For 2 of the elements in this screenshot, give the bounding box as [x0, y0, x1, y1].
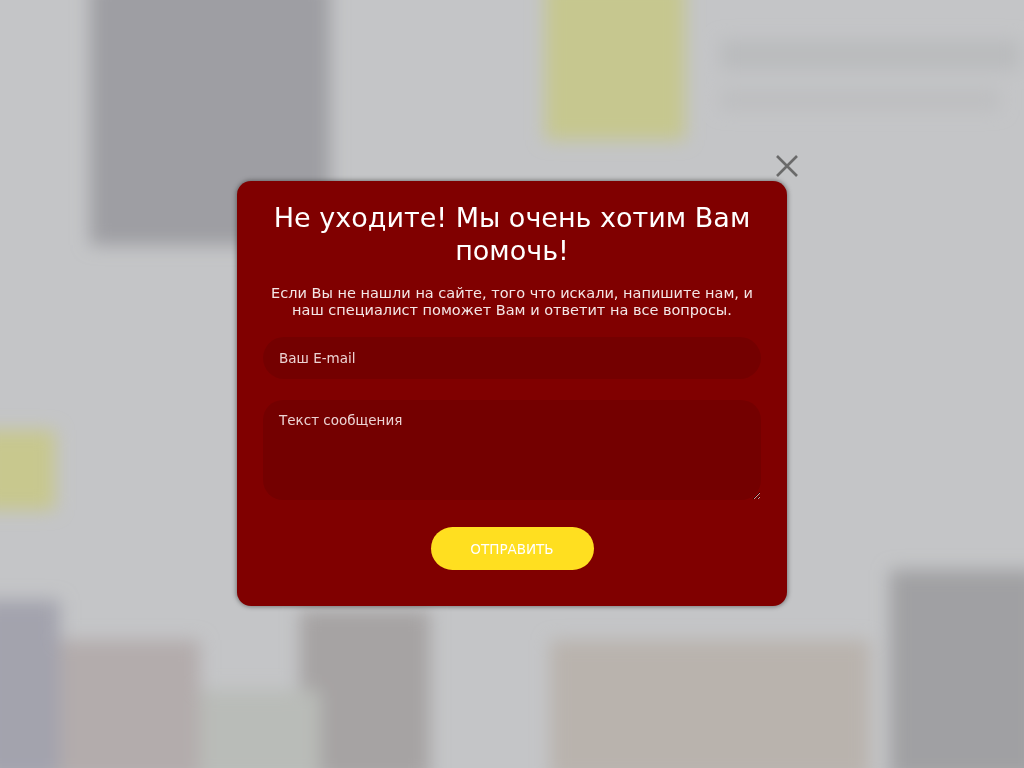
popup-title: Не уходите! Мы очень хотим Вам помочь! [272, 201, 752, 267]
popup-description: Если Вы не нашли на сайте, того что искали, напишите нам, и наш специалист поможет Вам и ответит на все вопросы. [270, 285, 754, 319]
